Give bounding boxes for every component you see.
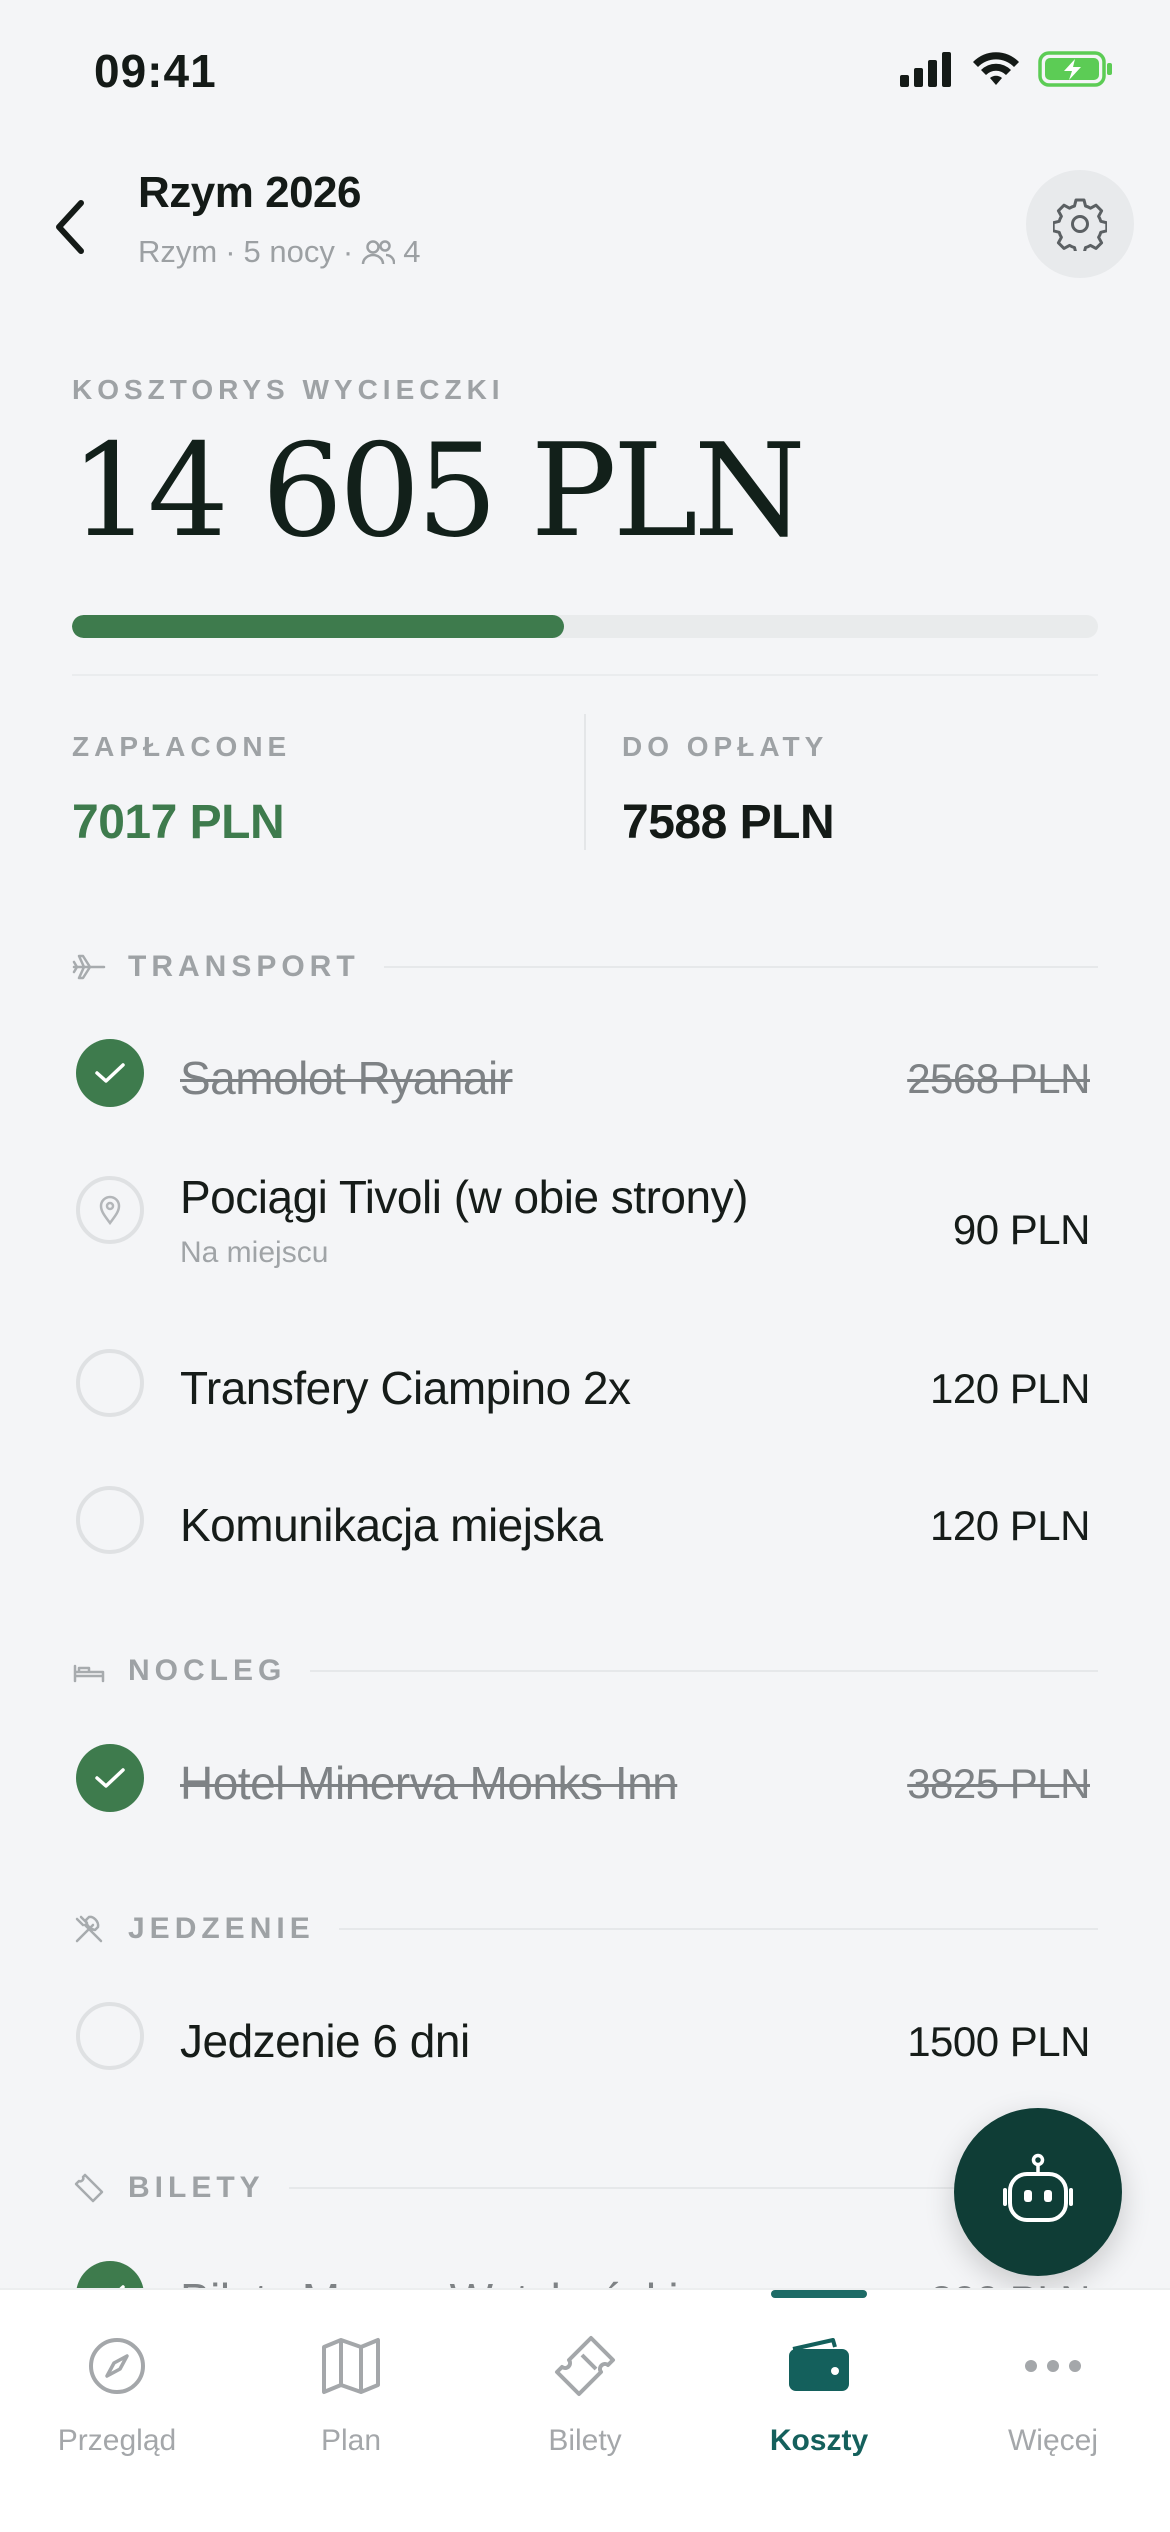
section-divider <box>310 1670 1098 1672</box>
expense-name: Komunikacja miejska <box>180 1499 603 1551</box>
section-title: JEDZENIE <box>128 1912 315 1945</box>
tab-wiecej[interactable]: Więcej <box>936 2290 1170 2490</box>
paid-check-toggle[interactable] <box>76 1744 144 1812</box>
paid-label: ZAPŁACONE <box>72 731 292 762</box>
unpaid-check-toggle[interactable] <box>76 2002 144 2070</box>
trip-title: Rzym 2026 <box>138 168 361 217</box>
budget-total: 14 605 PLN <box>70 417 806 566</box>
payment-progress-fill <box>72 615 565 638</box>
check-icon <box>95 1768 125 1788</box>
expense-amount: 2568 PLN <box>907 1055 1090 1102</box>
budget-label: KOSZTORYS WYCIECZKI <box>72 374 505 405</box>
wifi-icon <box>973 52 1019 85</box>
tab-label: Więcej <box>1007 2424 1098 2457</box>
ai-assistant-button[interactable] <box>954 2108 1122 2276</box>
divider <box>72 674 1098 676</box>
tab-plan[interactable]: Plan <box>234 2290 468 2490</box>
map-icon <box>311 2326 391 2406</box>
status-time: 09:41 <box>94 45 217 97</box>
tab-przeglad[interactable]: Przegląd <box>0 2290 234 2490</box>
section-divider <box>288 2187 968 2189</box>
tab-label: Przegląd <box>57 2424 177 2457</box>
tab-label: Koszty <box>769 2424 869 2457</box>
settings-button[interactable] <box>1026 170 1134 278</box>
gear-icon <box>1053 198 1107 251</box>
expense-item[interactable]: Komunikacja miejska 120 PLN <box>76 1480 1092 1560</box>
separator: · <box>225 234 236 269</box>
expense-amount: 3825 PLN <box>907 1760 1090 1807</box>
expense-item[interactable]: Jedzenie 6 dni 1500 PLN <box>76 1996 1092 2076</box>
tab-bar: Przegląd Plan Bilety Koszty Więcej <box>0 2290 1170 2532</box>
plane-icon <box>72 950 106 984</box>
trip-city: Rzym <box>138 234 218 269</box>
unpaid-check-toggle[interactable] <box>76 1349 144 1417</box>
back-button[interactable] <box>40 192 100 262</box>
active-tab-indicator <box>771 2290 867 2298</box>
compass-icon <box>77 2326 157 2406</box>
more-icon <box>1013 2326 1093 2406</box>
expense-item[interactable]: Hotel Minerva Monks Inn 3825 PLN <box>76 1738 1092 1818</box>
paid-value: 7017 PLN <box>72 796 285 849</box>
tab-label: Bilety <box>548 2424 622 2457</box>
tab-label: Plan <box>320 2424 382 2457</box>
location-pin-icon <box>99 1195 121 1225</box>
section-divider <box>338 1928 1098 1930</box>
expense-amount: 1500 PLN <box>907 2018 1090 2065</box>
payment-progress-bar <box>72 615 1098 638</box>
expense-name: Transfery Ciampino 2x <box>180 1362 631 1414</box>
section-divider <box>383 966 1098 968</box>
paid-check-toggle[interactable] <box>76 1039 144 1107</box>
expense-note: Na miejscu <box>180 1236 329 1269</box>
section-header-bilety: BILETY <box>72 2168 1098 2208</box>
expense-name: Jedzenie 6 dni <box>180 2015 470 2067</box>
ticket-icon <box>72 2171 106 2205</box>
unpaid-check-toggle[interactable] <box>76 1176 144 1244</box>
ticket-icon <box>545 2326 625 2406</box>
unpaid-check-toggle[interactable] <box>76 1486 144 1554</box>
check-icon <box>95 1063 125 1083</box>
separator: · <box>342 234 354 269</box>
expense-amount: 90 PLN <box>952 1206 1091 1253</box>
bed-icon <box>72 1654 106 1688</box>
due-value: 7588 PLN <box>622 796 835 849</box>
divider <box>584 714 586 850</box>
trip-people-count: 4 <box>403 234 421 269</box>
section-title: NOCLEG <box>128 1654 287 1687</box>
trip-subtitle: Rzym · 5 nocy · 4 <box>138 234 420 270</box>
cellular-signal-icon <box>900 52 951 87</box>
expense-amount: 120 PLN <box>930 1365 1090 1412</box>
robot-icon <box>1003 2153 1073 2222</box>
trip-nights: 5 nocy <box>243 234 335 269</box>
expense-name: Pociągi Tivoli (w obie strony) <box>180 1171 748 1223</box>
expense-amount: 120 PLN <box>930 1502 1090 1549</box>
battery-charging-icon <box>1038 51 1112 87</box>
section-title: BILETY <box>128 2171 265 2204</box>
section-header-transport: TRANSPORT <box>72 947 1098 987</box>
people-icon <box>361 240 396 265</box>
expense-item[interactable]: Samolot Ryanair 2568 PLN <box>76 1033 1092 1113</box>
section-title: TRANSPORT <box>128 950 360 983</box>
tab-koszty[interactable]: Koszty <box>702 2290 936 2490</box>
section-header-nocleg: NOCLEG <box>72 1651 1098 1691</box>
expense-name: Hotel Minerva Monks Inn <box>180 1757 678 1809</box>
expense-item[interactable]: Transfery Ciampino 2x 120 PLN <box>76 1343 1092 1423</box>
section-header-jedzenie: JEDZENIE <box>72 1909 1098 1949</box>
expense-item[interactable]: Pociągi Tivoli (w obie strony) Na miejsc… <box>76 1170 1092 1269</box>
utensils-icon <box>72 1912 106 1946</box>
status-icons <box>900 50 1114 88</box>
due-label: DO OPŁATY <box>622 731 829 762</box>
wallet-icon <box>779 2326 859 2406</box>
chevron-left-icon <box>56 200 84 254</box>
tab-bilety[interactable]: Bilety <box>468 2290 702 2490</box>
expense-name: Samolot Ryanair <box>180 1052 513 1104</box>
